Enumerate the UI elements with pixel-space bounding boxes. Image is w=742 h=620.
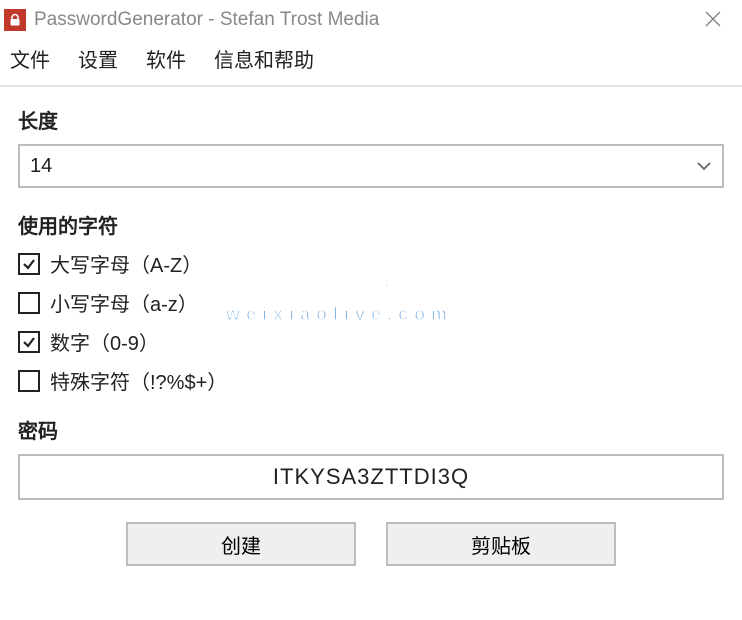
menubar: 文件 设置 软件 信息和帮助: [0, 40, 742, 85]
content-area: 长度 14 使用的字符 大写字母（A-Z） 小写字母（a-z） 数字（0-9）: [0, 85, 742, 586]
length-value: 14: [30, 155, 52, 178]
special-label: 特殊字符（!?%$+）: [50, 366, 227, 395]
uppercase-row: 大写字母（A-Z）: [18, 249, 724, 278]
lowercase-label: 小写字母（a-z）: [50, 288, 198, 317]
special-checkbox[interactable]: [18, 370, 40, 392]
char-options: 大写字母（A-Z） 小写字母（a-z） 数字（0-9） 特殊字符（!?%$+）: [18, 249, 724, 395]
button-row: 创建 剪贴板: [18, 522, 724, 566]
titlebar: PasswordGenerator - Stefan Trost Media: [0, 0, 742, 40]
menu-info-help[interactable]: 信息和帮助: [214, 44, 314, 73]
check-icon: [22, 257, 36, 271]
lowercase-row: 小写字母（a-z）: [18, 288, 724, 317]
length-dropdown[interactable]: 14: [18, 144, 724, 188]
uppercase-label: 大写字母（A-Z）: [50, 249, 202, 278]
uppercase-checkbox[interactable]: [18, 253, 40, 275]
special-row: 特殊字符（!?%$+）: [18, 366, 724, 395]
create-button[interactable]: 创建: [126, 522, 356, 566]
menu-software[interactable]: 软件: [146, 44, 186, 73]
chars-label: 使用的字符: [18, 210, 724, 239]
digits-checkbox[interactable]: [18, 331, 40, 353]
digits-row: 数字（0-9）: [18, 327, 724, 356]
app-lock-icon: [4, 9, 26, 31]
length-label: 长度: [18, 105, 724, 134]
lowercase-checkbox[interactable]: [18, 292, 40, 314]
password-value: ITKYSA3ZTTDI3Q: [273, 464, 469, 490]
check-icon: [22, 335, 36, 349]
close-button[interactable]: [696, 6, 730, 36]
clipboard-button[interactable]: 剪贴板: [386, 522, 616, 566]
close-icon: [704, 10, 722, 28]
chevron-down-icon: [696, 161, 712, 171]
menu-file[interactable]: 文件: [10, 44, 50, 73]
digits-label: 数字（0-9）: [50, 327, 159, 356]
menu-settings[interactable]: 设置: [78, 44, 118, 73]
window-title: PasswordGenerator - Stefan Trost Media: [34, 9, 379, 31]
password-label: 密码: [18, 415, 724, 444]
password-output[interactable]: ITKYSA3ZTTDI3Q: [18, 454, 724, 500]
